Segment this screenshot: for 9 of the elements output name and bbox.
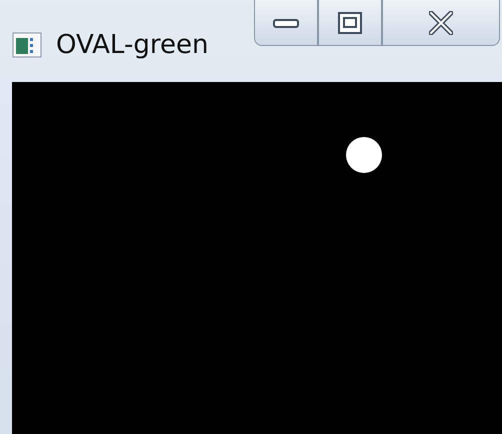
minimize-icon [273, 16, 299, 28]
close-icon [429, 10, 453, 34]
minimize-button[interactable] [254, 0, 318, 46]
close-button[interactable] [382, 0, 500, 46]
window-title: OVAL-green [56, 30, 208, 60]
maximize-icon [338, 12, 362, 34]
ball [345, 136, 383, 174]
app-icon [12, 32, 42, 58]
maximize-button[interactable] [318, 0, 382, 46]
